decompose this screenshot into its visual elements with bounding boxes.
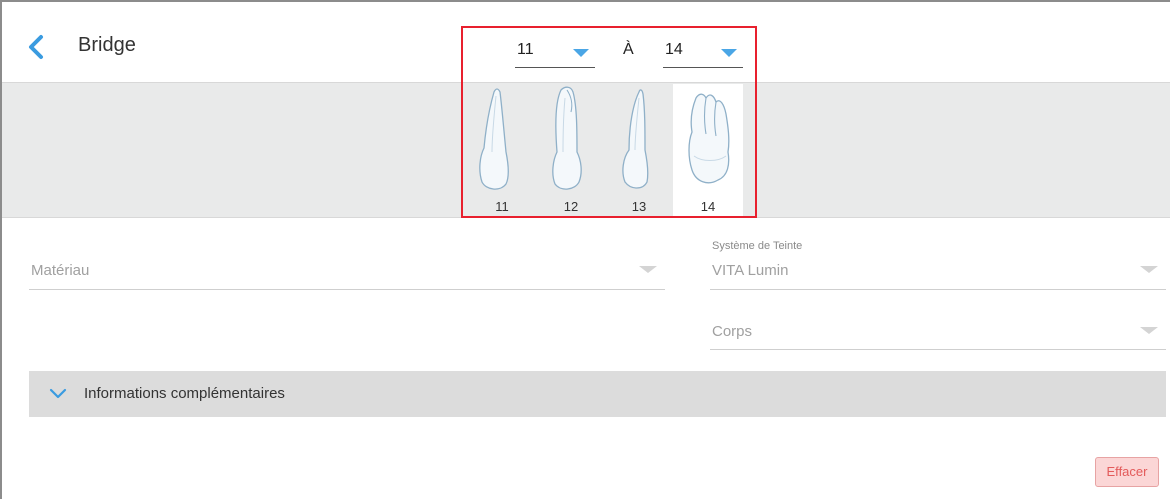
- range-from-dropdown[interactable]: 11: [515, 38, 595, 68]
- chevron-down-icon: [49, 388, 67, 399]
- accordion-label: Informations complémentaires: [84, 385, 285, 402]
- shade-system-select[interactable]: Système de Teinte VITA Lumin: [710, 240, 1166, 290]
- dropdown-arrow-icon: [573, 49, 589, 57]
- body-label: Corps: [712, 323, 753, 340]
- range-to-value: 14: [665, 41, 683, 58]
- body-shade-select[interactable]: Corps: [710, 310, 1166, 350]
- clear-button[interactable]: Effacer: [1095, 457, 1159, 487]
- dropdown-arrow-icon: [721, 49, 737, 57]
- range-from-value: 11: [517, 41, 534, 58]
- range-to-dropdown[interactable]: 14: [663, 38, 743, 68]
- shade-system-value: VITA Lumin: [712, 262, 789, 279]
- additional-info-accordion[interactable]: Informations complémentaires: [29, 371, 1166, 417]
- shade-system-caption: Système de Teinte: [712, 240, 803, 252]
- dropdown-arrow-icon: [1140, 266, 1158, 273]
- back-icon[interactable]: [24, 34, 48, 60]
- tooth-range-selector: 11 À 14: [461, 26, 757, 218]
- range-separator: À: [623, 41, 634, 58]
- dropdown-arrow-icon: [1140, 327, 1158, 334]
- material-label: Matériau: [31, 262, 90, 279]
- material-select[interactable]: Matériau: [29, 250, 665, 290]
- dropdown-arrow-icon: [639, 266, 657, 273]
- page-title: Bridge: [78, 34, 136, 56]
